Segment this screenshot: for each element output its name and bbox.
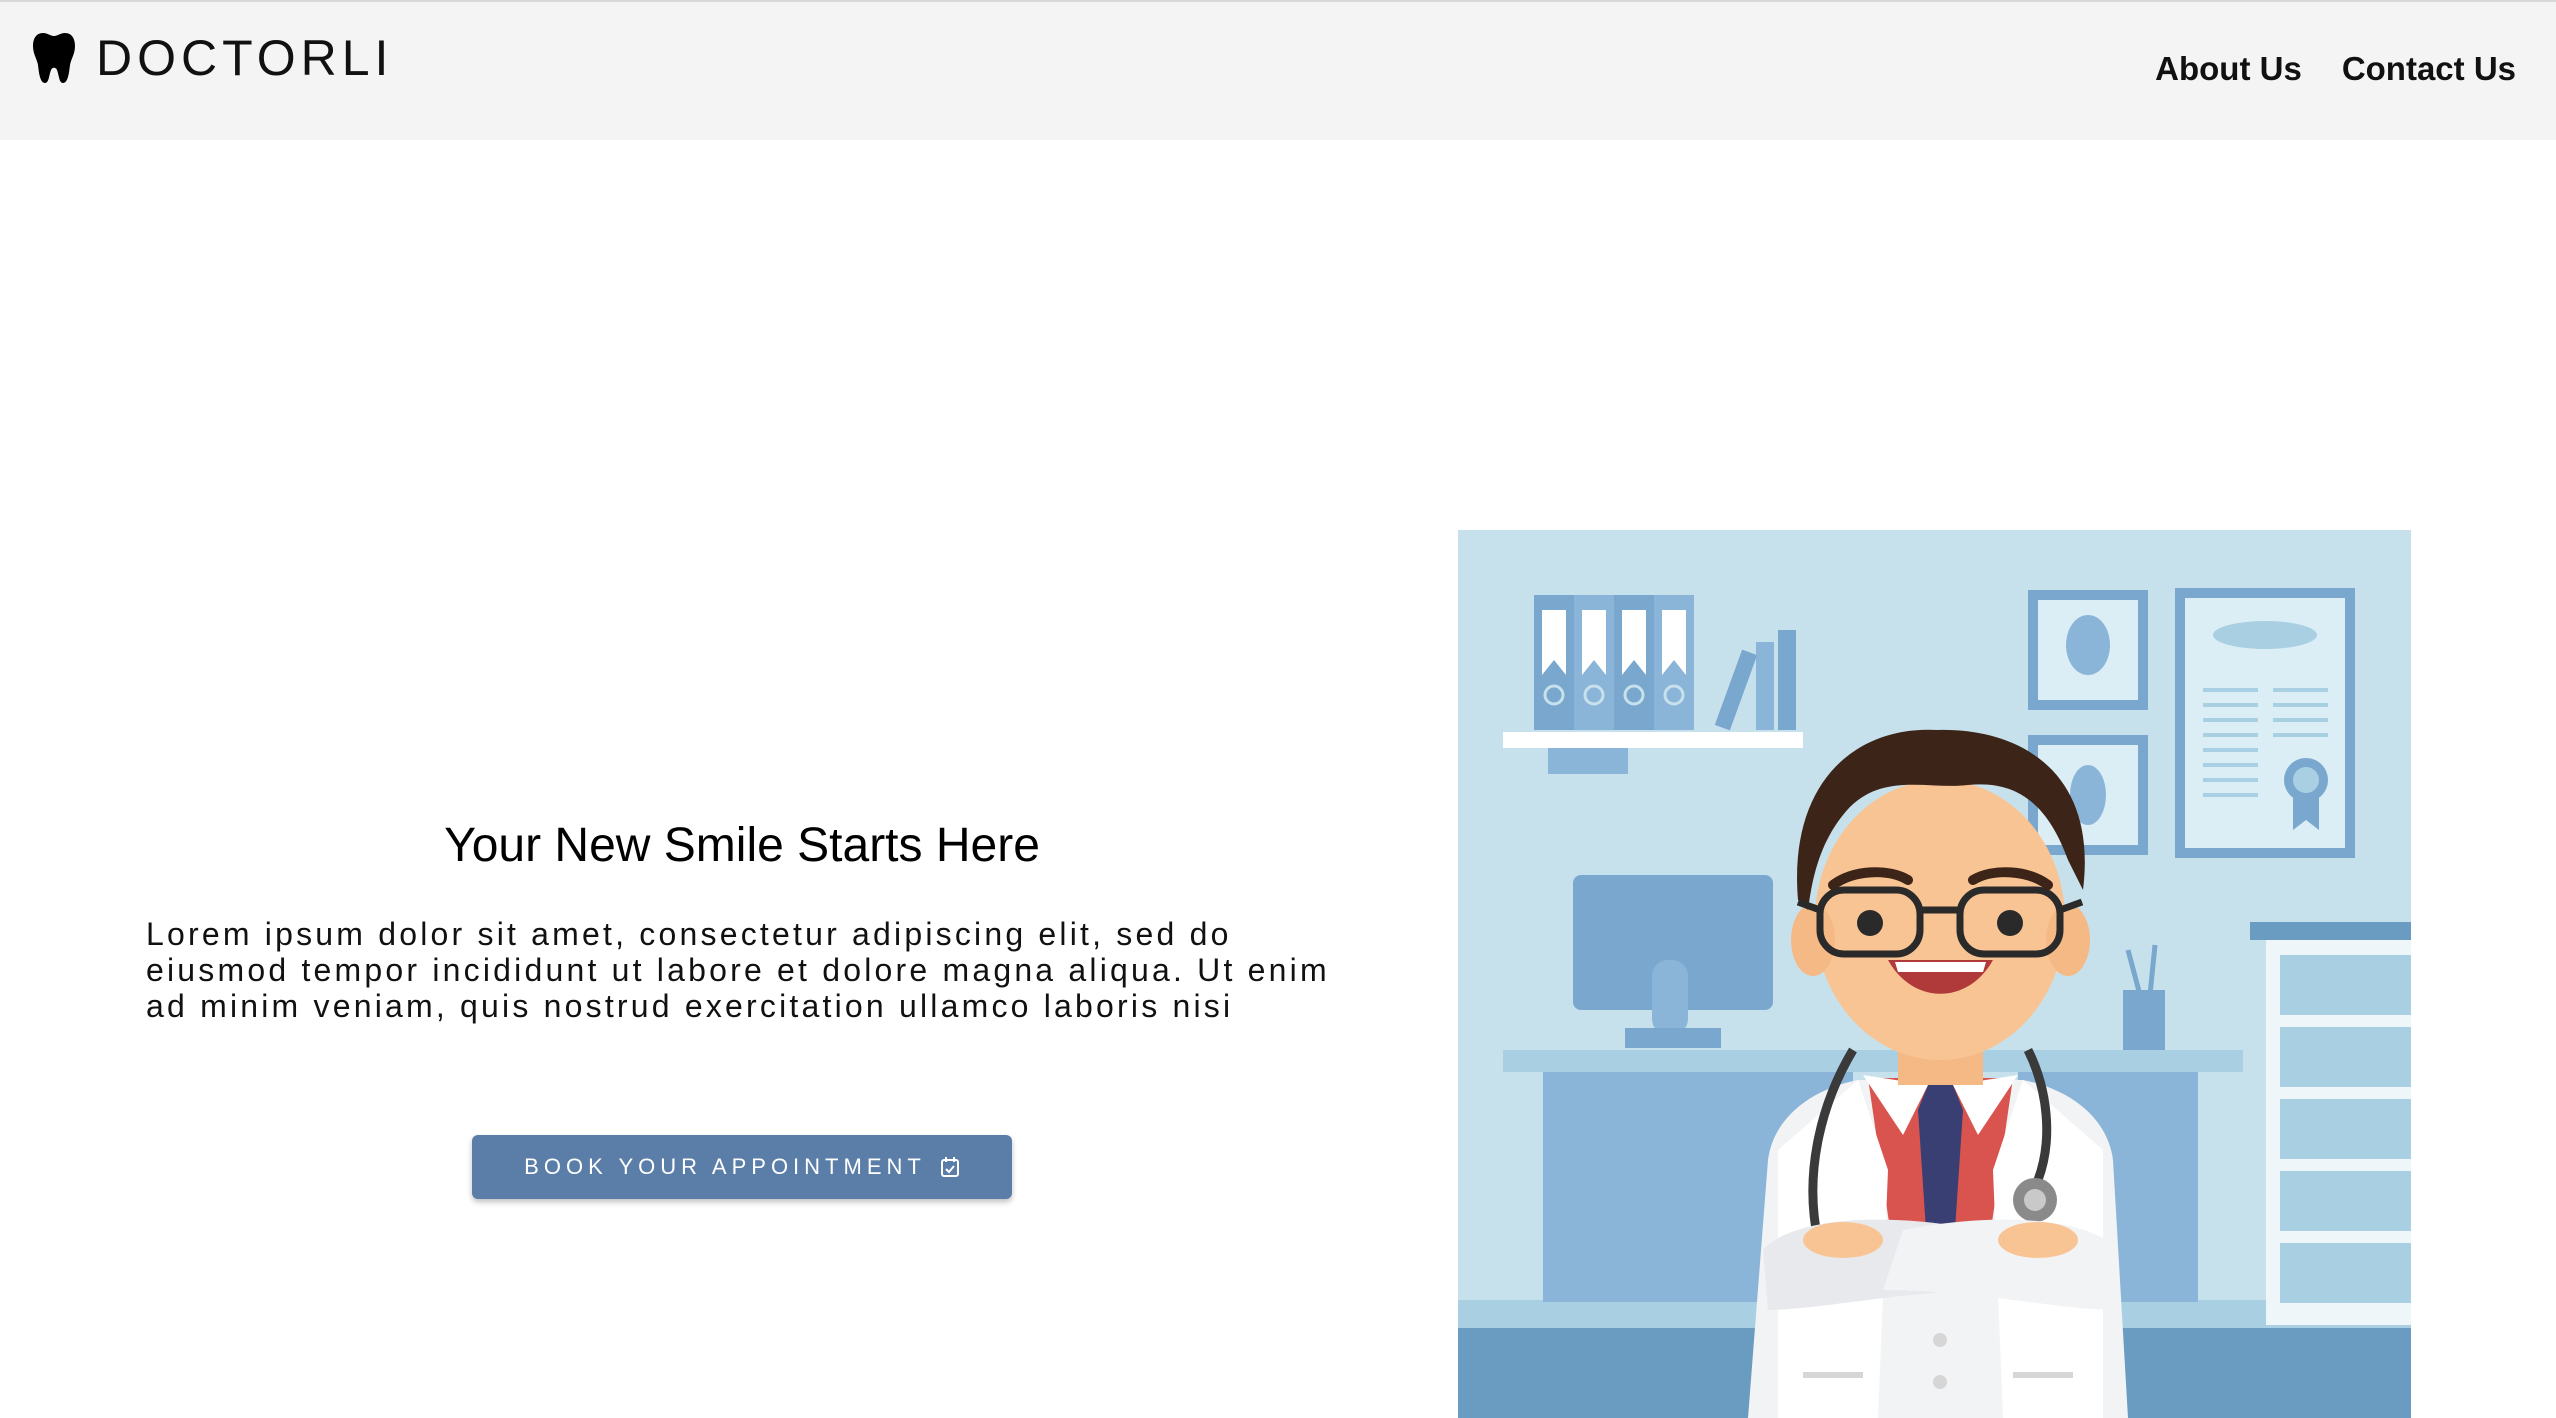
doctor-illustration-svg <box>1458 530 2411 1418</box>
nav-links: About Us Contact Us <box>2155 50 2516 88</box>
tooth-icon <box>33 33 75 83</box>
book-appointment-label: BOOK YOUR APPOINTMENT <box>524 1154 926 1179</box>
navbar: DOCTORLI About Us Contact Us <box>0 2 2556 140</box>
nav-contact-us-link[interactable]: Contact Us <box>2342 50 2516 88</box>
doctor-illustration <box>1458 530 2411 1418</box>
hero-title: Your New Smile Starts Here <box>444 819 1040 872</box>
calendar-check-icon <box>940 1157 959 1177</box>
book-appointment-button[interactable]: BOOK YOUR APPOINTMENT <box>472 1135 1012 1199</box>
nav-about-us-link[interactable]: About Us <box>2155 50 2302 88</box>
brand-name: DOCTORLI <box>96 30 394 86</box>
brand-logo[interactable]: DOCTORLI <box>32 28 393 88</box>
cabinet-icon <box>2250 922 2411 1325</box>
hero-text: Lorem ipsum dolor sit amet, consectetur … <box>146 916 1330 1024</box>
